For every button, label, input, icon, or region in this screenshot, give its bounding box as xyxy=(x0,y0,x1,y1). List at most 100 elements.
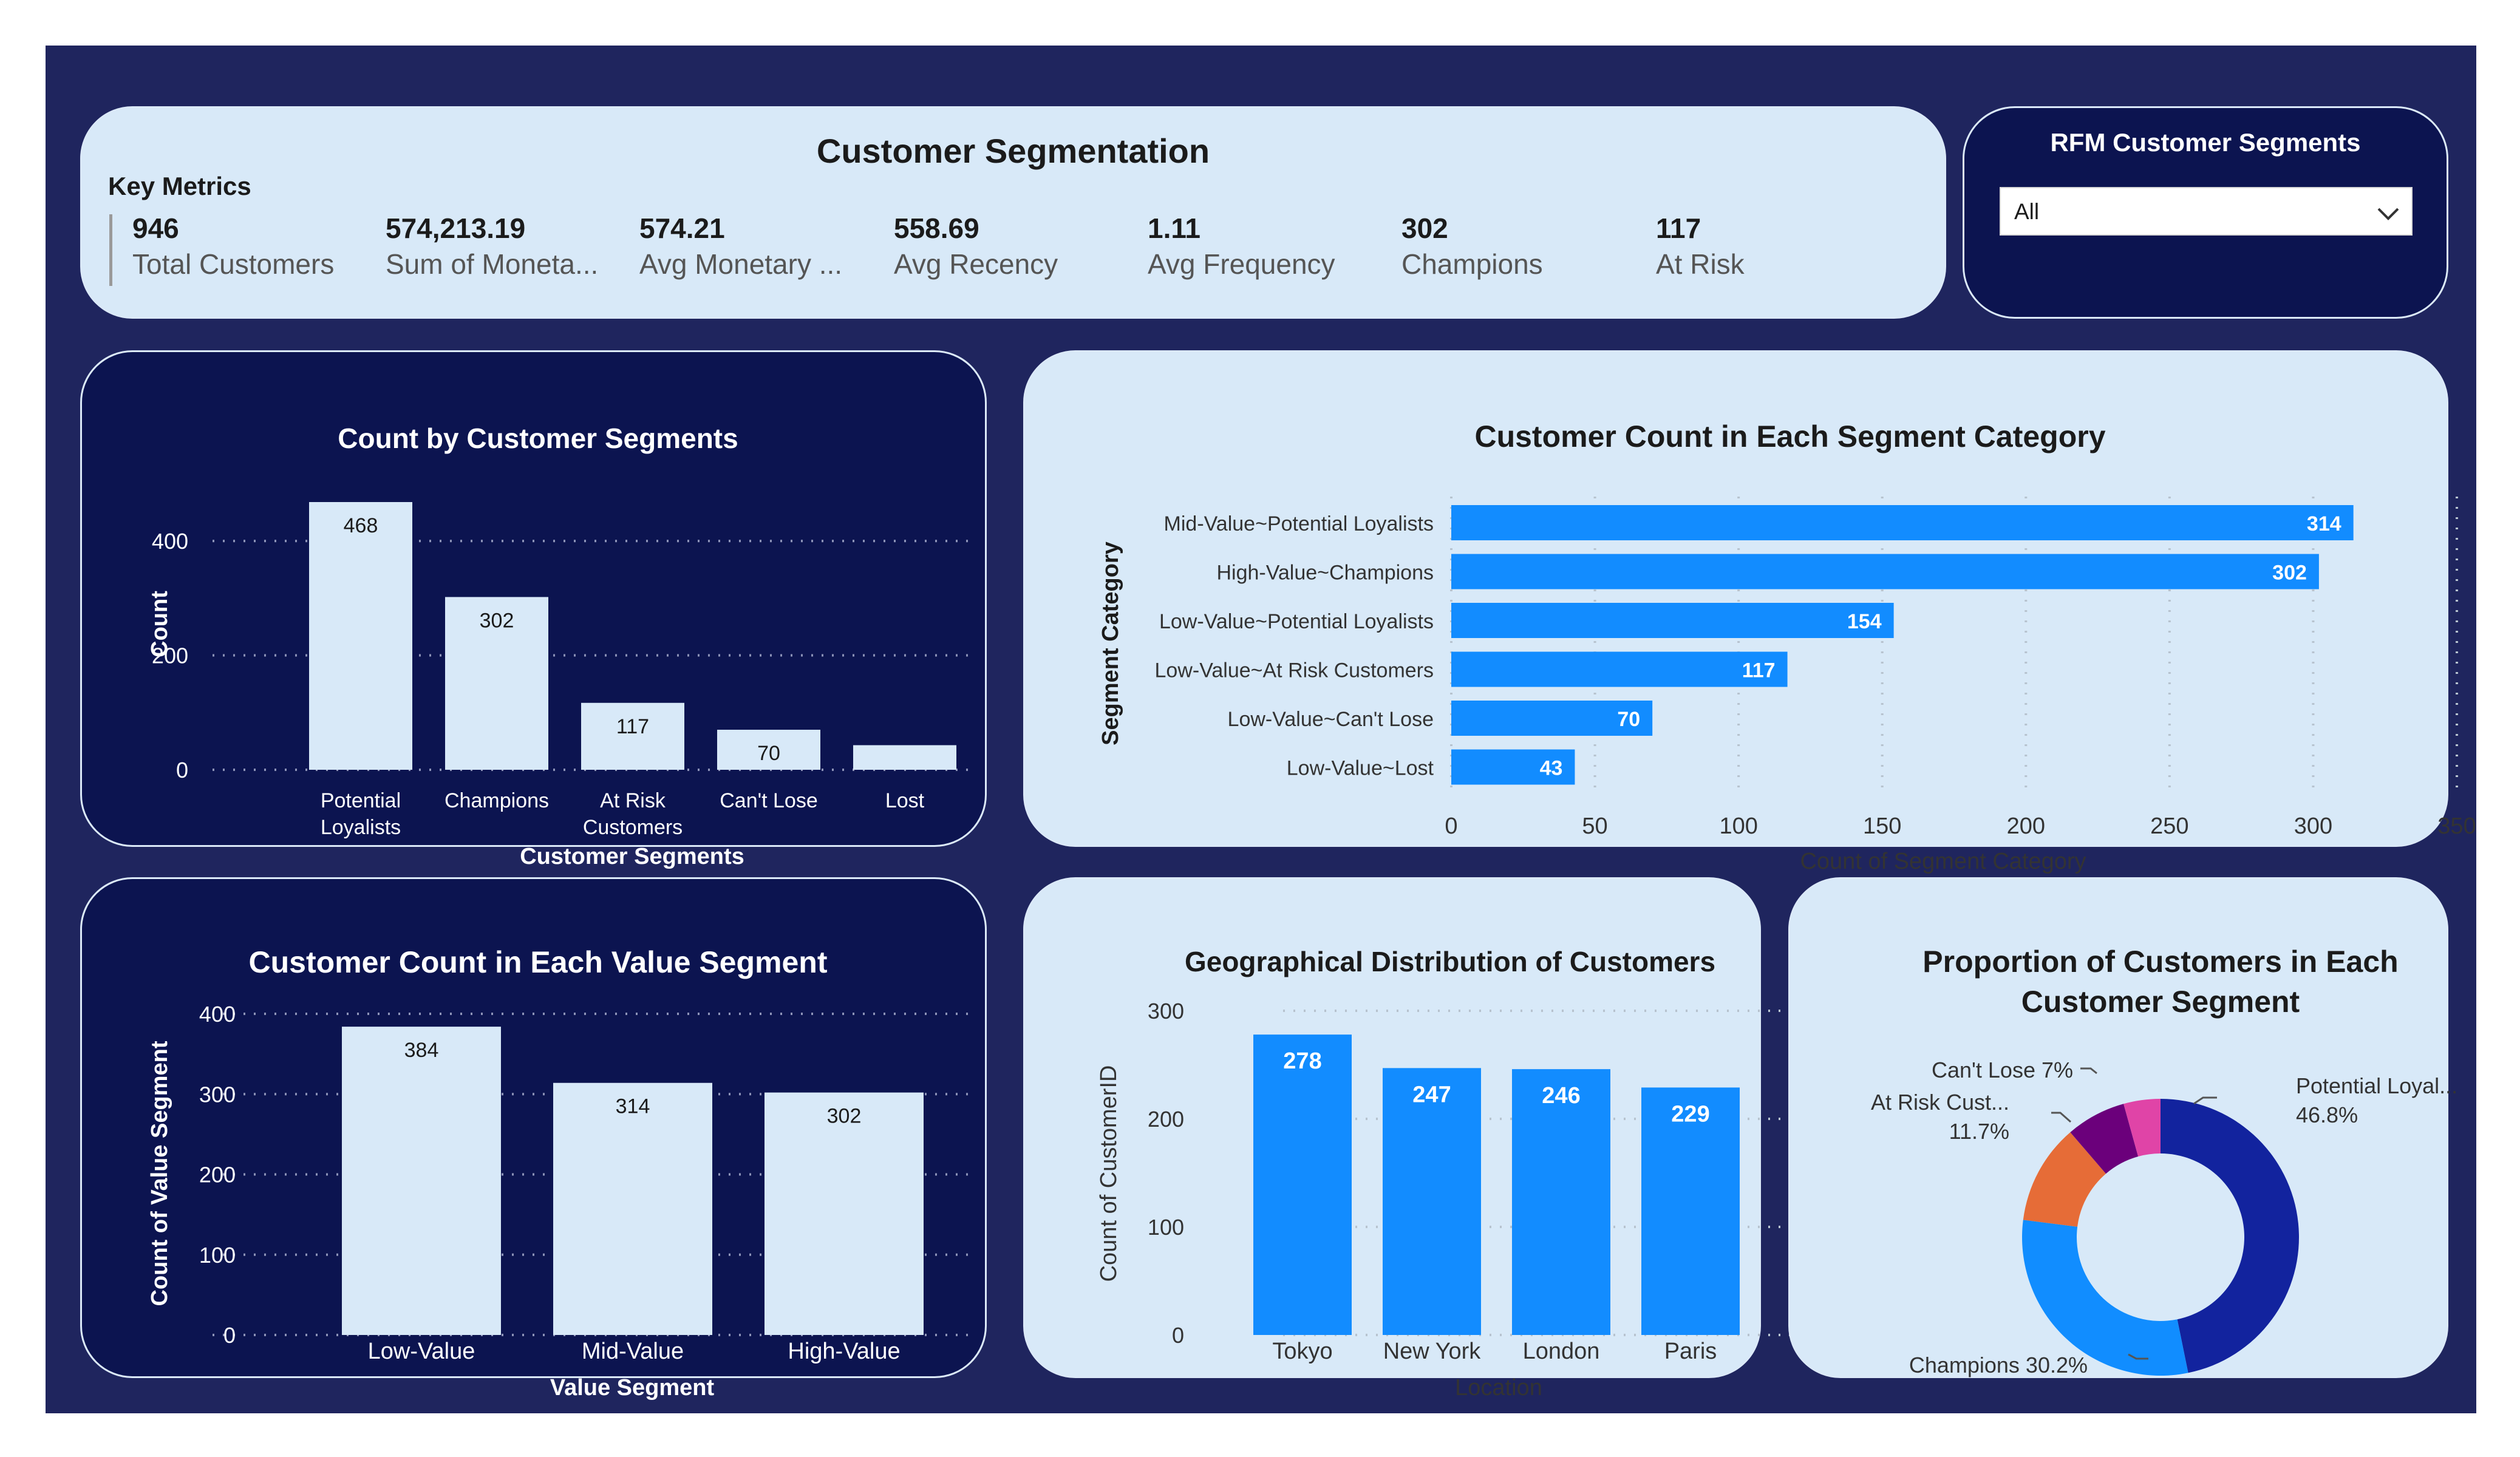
metrics-divider xyxy=(109,214,112,286)
kpi-card: 946 Total Customers xyxy=(132,211,375,283)
x-tick-label: Lost xyxy=(885,789,925,812)
x-tick-label: High-Value xyxy=(788,1339,900,1364)
kpi-value: 946 xyxy=(132,212,179,244)
kpi-card: 117 At Risk xyxy=(1656,211,1899,283)
y-tick-label: 200 xyxy=(1148,1107,1184,1132)
data-label: 247 xyxy=(1412,1082,1451,1107)
bar[interactable] xyxy=(853,745,956,770)
value-segment-panel: Customer Count in Each Value Segment 0 100… xyxy=(80,877,987,1401)
chevron-down-icon[interactable] xyxy=(2376,205,2400,223)
kpi-label: Sum of Moneta... xyxy=(386,248,599,280)
kpi-label: At Risk xyxy=(1656,248,1745,280)
segment-proportion-chart: Proportion of Customers in Each Customer … xyxy=(1871,945,2457,1377)
kpi-value: 117 xyxy=(1656,212,1701,244)
donut-slice[interactable] xyxy=(2161,1099,2299,1373)
kpi-card: 558.69 Avg Recency xyxy=(894,211,1137,283)
geo-distribution-panel: Geographical Distribution of Customers 0 1… xyxy=(1023,877,1790,1401)
segment-proportion-panel: Proportion of Customers in Each Customer … xyxy=(1788,877,2457,1378)
chart-title: Proportion of Customers in Each xyxy=(1922,945,2398,979)
bar[interactable] xyxy=(342,1027,501,1335)
x-tick-label: Mid-Value xyxy=(582,1339,684,1364)
data-label: 468 xyxy=(344,514,378,537)
page-title: Customer Segmentation xyxy=(816,132,1210,170)
chart-title: Count by Customer Segments xyxy=(338,423,738,454)
bar[interactable] xyxy=(1383,1068,1481,1335)
y-tick-label: 100 xyxy=(199,1243,236,1268)
x-tick-label: Customers xyxy=(583,816,683,839)
leader-line xyxy=(2193,1096,2217,1105)
slice-label: Can't Lose 7% xyxy=(1932,1058,2073,1082)
data-label: 229 xyxy=(1671,1101,1709,1127)
count-by-segments-chart: Count by Customer Segments0200400468Pote… xyxy=(147,423,976,869)
data-label: 314 xyxy=(2307,512,2341,535)
y-tick-label: Mid-Value~Potential Loyalists xyxy=(1164,512,1434,535)
y-tick-label: 400 xyxy=(199,1002,236,1027)
y-tick-label: Low-Value~Potential Loyalists xyxy=(1159,610,1434,633)
data-label: 43 xyxy=(1540,757,1563,780)
bar[interactable] xyxy=(1253,1034,1352,1335)
y-tick-label: 200 xyxy=(199,1163,236,1187)
x-axis-title: Customer Segments xyxy=(520,844,744,869)
chart-title: Customer Count in Each Segment Category xyxy=(1474,419,2105,453)
slice-label: Champions 30.2% xyxy=(1909,1353,2088,1377)
kpi-value: 558.69 xyxy=(894,212,979,244)
y-axis-title: Segment Category xyxy=(1098,542,1123,745)
y-tick-label: 100 xyxy=(1148,1215,1184,1240)
x-tick-label: 150 xyxy=(1863,813,1901,839)
leader-line xyxy=(2080,1067,2097,1075)
filter-title: RFM Customer Segments xyxy=(2050,128,2361,157)
kpi-card: 574,213.19 Sum of Moneta... xyxy=(386,211,628,283)
x-tick-label: Can't Lose xyxy=(720,789,817,812)
x-tick-label: Loyalists xyxy=(321,816,401,839)
kpi-card: 302 Champions xyxy=(1401,211,1644,283)
kpi-card: 574.21 Avg Monetary ... xyxy=(639,211,882,283)
x-tick-label: New York xyxy=(1383,1339,1482,1364)
slice-label: At Risk Cust... xyxy=(1871,1090,2009,1115)
y-tick-label: 0 xyxy=(176,758,188,783)
x-tick-label: 50 xyxy=(1582,813,1607,839)
bar[interactable] xyxy=(1451,603,1894,638)
y-tick-label: 300 xyxy=(1148,999,1184,1024)
x-tick-label: Low-Value xyxy=(368,1339,475,1364)
count-by-segments-panel: Count by Customer Segments 0 200 400 468 Pote… xyxy=(80,350,987,869)
leader-line xyxy=(2051,1112,2071,1123)
kpi-value: 302 xyxy=(1401,212,1448,244)
kpi-label: Champions xyxy=(1401,248,1543,280)
bar[interactable] xyxy=(1512,1069,1610,1335)
x-tick-label: At Risk xyxy=(600,789,666,812)
x-tick-label: Tokyo xyxy=(1272,1339,1332,1364)
data-label: 278 xyxy=(1283,1048,1321,1074)
bar[interactable] xyxy=(1451,651,1788,687)
data-label: 154 xyxy=(1847,610,1882,633)
bar[interactable] xyxy=(553,1082,712,1335)
kpi-value: 574,213.19 xyxy=(386,212,526,244)
data-label: 314 xyxy=(616,1095,650,1118)
segment-dropdown[interactable]: All xyxy=(2000,187,2413,236)
chart-title: Geographical Distribution of Customers xyxy=(1185,946,1715,977)
segment-category-chart: Customer Count in Each Segment Category 0… xyxy=(1098,419,2476,874)
kpi-label: Total Customers xyxy=(132,248,335,280)
data-label: 70 xyxy=(1617,708,1640,731)
data-label: 117 xyxy=(616,715,649,738)
bar[interactable] xyxy=(765,1092,924,1335)
chart-title: Customer Count in Each Value Segment xyxy=(249,945,828,979)
x-axis-title: Count of Segment Category xyxy=(1800,849,2086,874)
x-tick-label: 200 xyxy=(2007,813,2045,839)
bar[interactable] xyxy=(309,502,412,770)
x-tick-label: 0 xyxy=(1445,813,1457,839)
kpi-card: 1.11 Avg Frequency xyxy=(1148,211,1391,283)
geo-distribution-chart: Geographical Distribution of Customers 0 1… xyxy=(1096,946,1790,1401)
y-axis-title: Count xyxy=(147,591,172,657)
dropdown-value: All xyxy=(2014,199,2040,224)
y-axis-title: Count of CustomerID xyxy=(1096,1065,1122,1282)
bar[interactable] xyxy=(1451,505,2354,540)
slice-label: 11.7% xyxy=(1949,1119,2009,1144)
x-tick-label: 350 xyxy=(2437,813,2476,839)
bar[interactable] xyxy=(1451,554,2319,589)
y-tick-label: 300 xyxy=(199,1082,236,1107)
y-tick-label: High-Value~Champions xyxy=(1216,562,1434,585)
y-tick-label: 0 xyxy=(1172,1323,1184,1348)
x-axis-title: Value Segment xyxy=(550,1375,715,1401)
y-tick-label: 0 xyxy=(223,1323,236,1348)
chart-title: Customer Segment xyxy=(2021,985,2300,1019)
